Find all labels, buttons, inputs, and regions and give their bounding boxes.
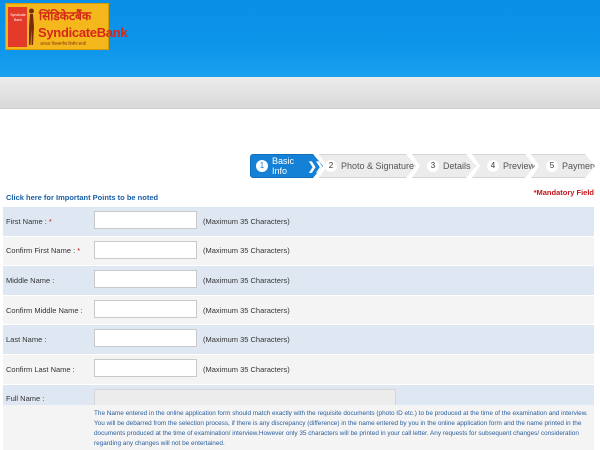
form-row-confirm-first-name: Confirm First Name : * (Maximum 35 Chara… <box>3 236 594 267</box>
step-number: 4 <box>487 160 499 172</box>
step-label: Photo & Signature <box>341 161 415 171</box>
confirm-last-name-hint: (Maximum 35 Characters) <box>203 364 290 374</box>
step-number: 3 <box>427 160 439 172</box>
first-name-label: First Name : * <box>6 207 52 236</box>
required-marker: * <box>48 216 52 226</box>
full-name-input[interactable] <box>94 388 396 407</box>
double-chevron-icon: ❯❯ <box>307 160 322 173</box>
logo-emblem: Syndicate Bank <box>8 7 27 47</box>
step-details[interactable]: 3 Details <box>412 154 476 178</box>
mandatory-field-note: *Mandatory Field <box>533 188 594 197</box>
step-preview[interactable]: 4 Preview <box>472 154 535 178</box>
form-row-confirm-middle-name: Confirm Middle Name : (Maximum 35 Charac… <box>3 295 594 326</box>
step-number: 1 <box>256 160 268 172</box>
step-label: Details <box>443 161 471 171</box>
label-text: Confirm First Name : <box>6 246 76 256</box>
confirm-first-name-hint: (Maximum 35 Characters) <box>203 246 290 256</box>
confirm-middle-name-input[interactable] <box>94 299 197 318</box>
form-row-middle-name: Middle Name : (Maximum 35 Characters) <box>3 266 594 296</box>
required-marker: * <box>77 246 81 256</box>
middle-name-label: Middle Name : <box>6 275 55 285</box>
first-name-hint: (Maximum 35 Characters) <box>203 216 290 226</box>
logo-english-name: SyndicateBank <box>38 25 128 40</box>
logo-tagline: आपका विश्वसनीय वित्तीय साथी <box>40 41 86 46</box>
first-name-input[interactable] <box>94 211 197 229</box>
confirm-last-name-input[interactable] <box>94 358 197 377</box>
step-payment[interactable]: 5 Payment <box>531 154 595 178</box>
confirm-last-name-label: Confirm Last Name : <box>6 364 75 374</box>
confirm-first-name-input[interactable] <box>94 240 197 259</box>
label-text: First Name : <box>6 216 47 226</box>
header-banner: Syndicate Bank सिंडिकेटबैंक SyndicateBan… <box>0 0 600 77</box>
confirm-middle-name-hint: (Maximum 35 Characters) <box>203 305 290 315</box>
logo-hindi-name: सिंडिकेटबैंक <box>39 9 92 23</box>
last-name-input[interactable] <box>94 329 197 348</box>
last-name-hint: (Maximum 35 Characters) <box>203 335 290 345</box>
important-points-link[interactable]: Click here for Important Points to be no… <box>6 193 158 202</box>
bank-logo[interactable]: Syndicate Bank सिंडिकेटबैंक SyndicateBan… <box>5 3 128 50</box>
form-row-last-name: Last Name : (Maximum 35 Characters) <box>3 325 594 355</box>
last-name-label: Last Name : <box>6 335 47 345</box>
confirm-first-name-label: Confirm First Name : * <box>6 237 80 266</box>
middle-name-hint: (Maximum 35 Characters) <box>203 275 290 285</box>
step-number: 5 <box>546 160 558 172</box>
logo-emblem-text: Syndicate Bank <box>10 13 26 22</box>
step-label: Preview <box>503 161 536 171</box>
step-number: 2 <box>325 160 337 172</box>
step-wizard: 1 Basic Info ❯❯ 2 Photo & Signature 3 De… <box>250 154 595 180</box>
name-notice-text: The Name entered in the online applicati… <box>94 410 588 447</box>
confirm-middle-name-label: Confirm Middle Name : <box>6 305 83 315</box>
basic-info-form: First Name : * (Maximum 35 Characters) C… <box>3 207 594 415</box>
nav-bar <box>0 77 600 109</box>
step-photo-signature[interactable]: 2 Photo & Signature <box>319 154 416 178</box>
form-row-first-name: First Name : * (Maximum 35 Characters) <box>3 207 594 237</box>
name-notice-box: The Name entered in the online applicati… <box>3 405 594 450</box>
logo-figure-icon <box>29 8 34 45</box>
application-page: Syndicate Bank सिंडिकेटबैंक SyndicateBan… <box>0 0 600 450</box>
form-row-confirm-last-name: Confirm Last Name : (Maximum 35 Characte… <box>3 354 594 385</box>
step-basic-info[interactable]: 1 Basic Info ❯❯ <box>250 154 323 178</box>
middle-name-input[interactable] <box>94 270 197 289</box>
step-label: Payment <box>562 161 598 171</box>
step-label: Basic Info <box>272 156 295 176</box>
